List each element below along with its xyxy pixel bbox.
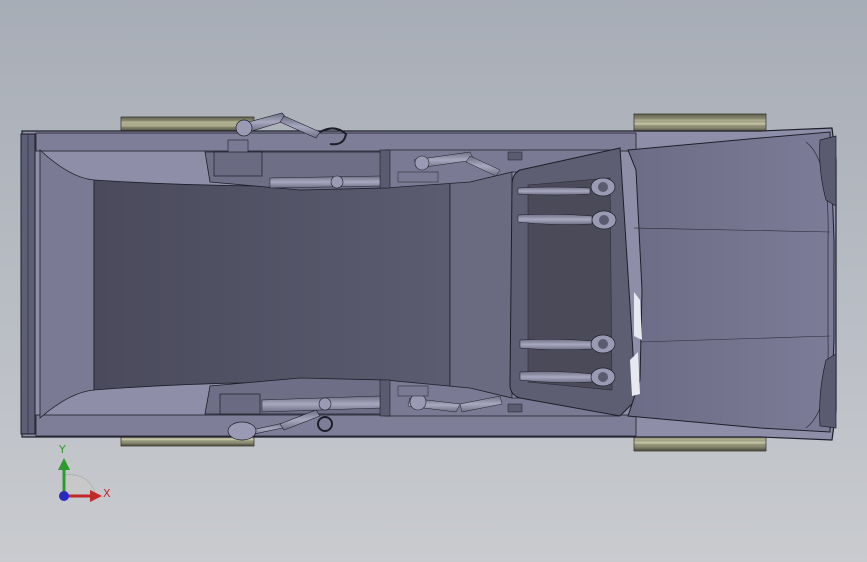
wheel-rear-top — [120, 116, 255, 132]
sill-bottom — [35, 414, 637, 437]
wheel-front-top — [633, 113, 767, 133]
hood — [627, 131, 837, 433]
cabin-floor — [39, 149, 513, 419]
cad-viewport[interactable] — [0, 0, 867, 562]
z-axis-dot — [59, 491, 69, 501]
x-axis-label: X — [103, 487, 111, 500]
y-axis-label: Y — [59, 443, 66, 456]
axis-triad — [58, 458, 102, 502]
sill-top — [35, 132, 637, 152]
